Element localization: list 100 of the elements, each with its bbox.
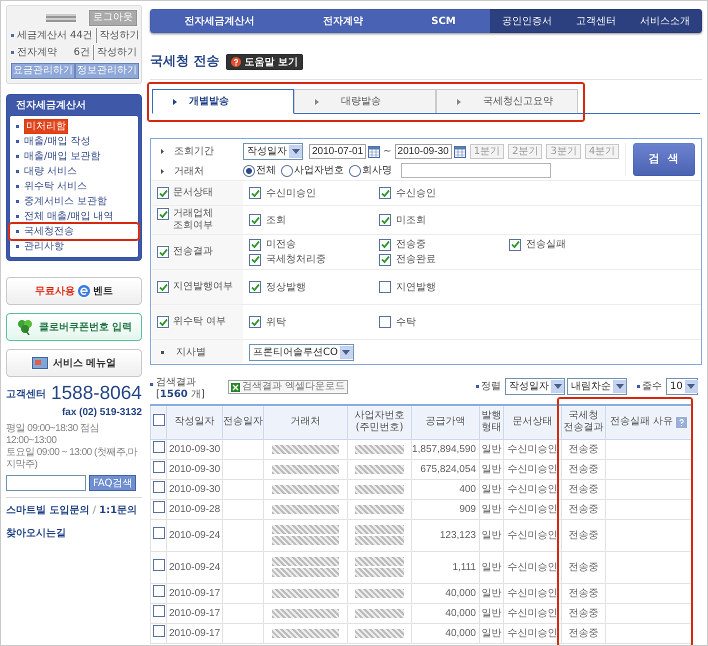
checkbox[interactable] xyxy=(249,238,261,250)
checkbox[interactable] xyxy=(249,281,261,293)
radio-button[interactable] xyxy=(349,164,361,176)
menu-item[interactable]: 위수탁 서비스 xyxy=(10,179,138,194)
checkbox[interactable] xyxy=(152,480,164,492)
chevron-icon xyxy=(457,98,461,104)
coupon-banner[interactable]: 클로버쿠폰번호 입력 xyxy=(6,313,142,341)
date-field[interactable]: 2010-09-30 xyxy=(394,144,452,159)
support-link[interactable]: 스마트빌 도입문의 xyxy=(6,503,90,518)
spreadsheet-icon xyxy=(231,382,240,392)
checkbox[interactable] xyxy=(379,254,391,266)
filter-label: 전송결과 xyxy=(172,246,213,258)
calendar-icon[interactable] xyxy=(368,146,380,158)
table-cell: 2010-09-24 xyxy=(169,562,220,572)
date-field[interactable]: 2010-07-01 xyxy=(309,144,366,159)
table-cell: 일반 xyxy=(482,628,502,638)
directions-link[interactable]: 찾아오시는길 xyxy=(6,526,142,541)
checkbox[interactable] xyxy=(152,604,164,616)
menu-item[interactable]: 관리사항 xyxy=(10,239,138,254)
menu-item[interactable]: 국세청전송 xyxy=(10,224,138,239)
checkbox[interactable] xyxy=(152,414,164,426)
fax-number: fax (02) 519-3132 xyxy=(60,406,142,420)
sort-order-select[interactable]: 내림차순 xyxy=(567,378,627,395)
radio-button[interactable] xyxy=(243,164,255,176)
event-text: 벤트 xyxy=(93,284,113,298)
help-icon xyxy=(230,57,241,67)
checkbox[interactable] xyxy=(152,440,164,452)
checkbox[interactable] xyxy=(379,281,391,293)
radio-label: 전체 xyxy=(256,164,276,178)
checkbox[interactable] xyxy=(152,460,164,472)
nav-item[interactable]: 전자세금계산서 xyxy=(184,14,254,28)
checkbox[interactable] xyxy=(379,214,391,226)
checkbox[interactable] xyxy=(152,584,164,596)
table-cell: 40,000 xyxy=(445,628,476,638)
radio-button[interactable] xyxy=(281,164,293,176)
table-cell: 40,000 xyxy=(445,588,476,598)
hours-text: 평일 09:00~18:30 점심 12:00~13:00 xyxy=(6,423,100,447)
nav-item[interactable]: 서비스소개 xyxy=(640,14,690,28)
tab[interactable]: 대량발송 xyxy=(294,89,436,113)
bullet-icon xyxy=(16,125,19,128)
checkbox[interactable] xyxy=(152,558,164,570)
sort-field-select[interactable]: 작성일자 xyxy=(505,378,565,395)
checkbox[interactable] xyxy=(249,187,261,199)
menu-item[interactable]: 미처리함 xyxy=(10,119,138,134)
rows-per-page-select[interactable]: 10 xyxy=(666,378,698,395)
menu-item[interactable]: 매출/매입 작성 xyxy=(10,134,138,149)
bullet-icon xyxy=(161,350,164,354)
table-cell: 2010-09-30 xyxy=(169,444,220,454)
column-header: 발행 형태 xyxy=(480,405,504,439)
table-cell: 수신미승인 xyxy=(508,530,558,540)
checkbox[interactable] xyxy=(249,316,261,328)
checkbox[interactable] xyxy=(509,238,521,250)
checkbox[interactable] xyxy=(379,187,391,199)
checkbox[interactable] xyxy=(379,316,391,328)
checkbox[interactable] xyxy=(157,316,169,328)
checkbox[interactable] xyxy=(379,238,391,250)
bullet-icon xyxy=(476,385,479,388)
nav-item[interactable]: 고객센터 xyxy=(576,14,616,28)
account-label: 전자계약 xyxy=(17,46,57,60)
checkbox[interactable] xyxy=(249,214,261,226)
write-link[interactable]: 작성하기 xyxy=(96,28,140,43)
checkbox[interactable] xyxy=(157,281,169,293)
tab[interactable]: 개별발송 xyxy=(152,89,294,114)
checkbox[interactable] xyxy=(157,246,169,258)
checkbox-label: 조회 xyxy=(266,214,286,228)
help-button[interactable]: 도움말 보기 xyxy=(226,54,304,70)
manual-banner[interactable]: 서비스 메뉴얼 xyxy=(6,349,142,377)
calendar-icon[interactable] xyxy=(454,146,466,158)
faq-search-field[interactable] xyxy=(6,475,86,491)
menu-item[interactable]: 매출/매입 보관함 xyxy=(10,149,138,164)
tab[interactable]: 국세청신고요약 xyxy=(436,89,578,113)
support-link[interactable]: 1:1문의 xyxy=(99,503,138,518)
menu-item[interactable]: 전체 매출/매입 내역 xyxy=(10,209,138,224)
branch-select[interactable]: 프론티어솔루션CO xyxy=(249,344,354,360)
table-cell: 일반 xyxy=(482,562,502,572)
nav-item[interactable]: 전자계약 xyxy=(322,14,363,28)
help-icon[interactable] xyxy=(676,416,688,428)
separator-text: / xyxy=(92,504,96,518)
nav-item[interactable]: 공인인증서 xyxy=(502,14,552,28)
table-cell: 전송중 xyxy=(568,562,598,572)
table-cell: 수신미승인 xyxy=(508,464,558,474)
menu-item[interactable]: 중계서비스 보관함 xyxy=(10,194,138,209)
nav-item[interactable]: SCM xyxy=(431,14,456,28)
checkbox[interactable] xyxy=(152,500,164,512)
chevron-icon xyxy=(173,98,177,104)
event-banner[interactable]: 무료사용 벤트 xyxy=(6,277,142,305)
search-button[interactable]: 검 색 xyxy=(632,143,694,176)
hours-text: 토요일 09:00 ~ 13:00 (첫째주,마지막주) xyxy=(6,447,138,471)
bullet-icon xyxy=(16,245,19,248)
company-search-field[interactable] xyxy=(401,163,551,178)
checkbox[interactable] xyxy=(157,208,169,220)
checkbox[interactable] xyxy=(157,187,169,199)
tilde-text: ~ xyxy=(382,145,393,159)
menu-item[interactable]: 대량 서비스 xyxy=(10,164,138,179)
checkbox[interactable] xyxy=(152,526,164,538)
write-link[interactable]: 작성하기 xyxy=(93,45,137,60)
excel-download-button[interactable]: 검색결과 엑셀다운로드 xyxy=(228,380,348,394)
date-type-select[interactable]: 작성일자 xyxy=(243,143,303,160)
checkbox[interactable] xyxy=(152,624,164,636)
checkbox[interactable] xyxy=(249,254,261,266)
